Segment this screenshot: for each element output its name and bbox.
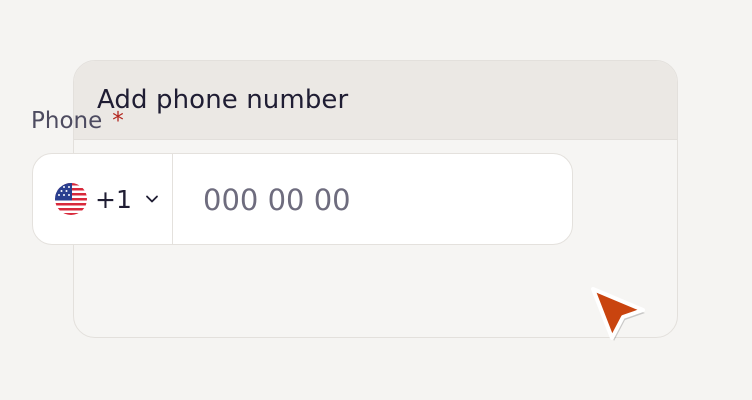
required-indicator: * <box>112 108 124 134</box>
us-flag-icon <box>55 183 87 215</box>
phone-label: Phone * <box>31 108 124 134</box>
card-header: Add phone number <box>74 61 677 140</box>
country-code-select[interactable]: +1 <box>33 154 173 244</box>
phone-field: +1 <box>32 153 573 245</box>
chevron-down-icon <box>145 195 158 203</box>
phone-number-input[interactable] <box>173 154 572 244</box>
pointer-cursor-icon <box>591 287 645 341</box>
card-title: Add phone number <box>97 85 349 115</box>
dial-code: +1 <box>95 184 132 214</box>
phone-label-text: Phone <box>31 108 103 134</box>
